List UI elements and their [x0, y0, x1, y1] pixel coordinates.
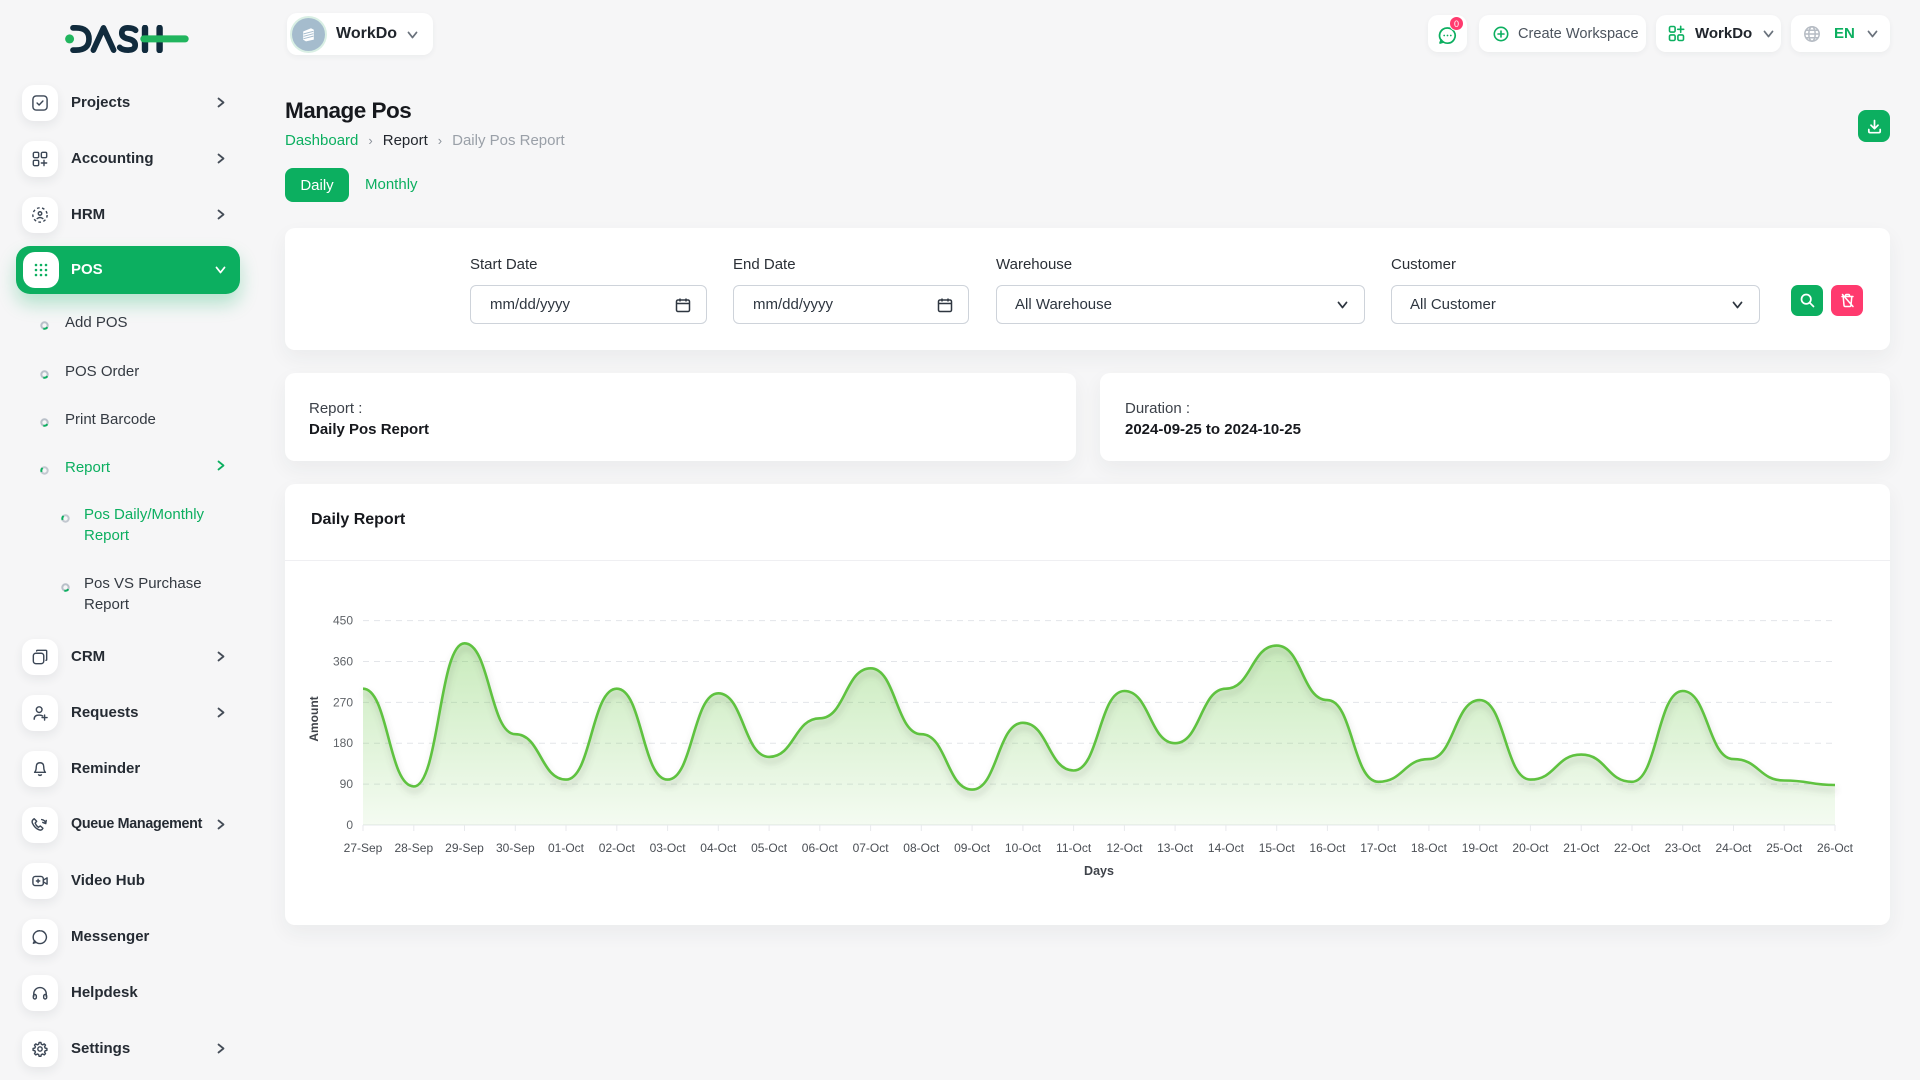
svg-text:28-Sep: 28-Sep [394, 841, 433, 855]
svg-text:180: 180 [333, 736, 353, 750]
svg-text:22-Oct: 22-Oct [1614, 841, 1651, 855]
svg-text:06-Oct: 06-Oct [802, 841, 839, 855]
svg-text:13-Oct: 13-Oct [1157, 841, 1194, 855]
svg-text:0: 0 [346, 818, 353, 832]
svg-text:30-Sep: 30-Sep [496, 841, 535, 855]
svg-text:26-Oct: 26-Oct [1817, 841, 1854, 855]
svg-text:02-Oct: 02-Oct [599, 841, 636, 855]
svg-text:11-Oct: 11-Oct [1056, 841, 1092, 855]
svg-text:17-Oct: 17-Oct [1360, 841, 1397, 855]
svg-text:Days: Days [1084, 864, 1114, 878]
svg-text:450: 450 [333, 614, 353, 628]
svg-text:23-Oct: 23-Oct [1665, 841, 1702, 855]
svg-text:24-Oct: 24-Oct [1715, 841, 1752, 855]
svg-text:19-Oct: 19-Oct [1462, 841, 1499, 855]
svg-text:360: 360 [333, 655, 353, 669]
svg-text:10-Oct: 10-Oct [1005, 841, 1042, 855]
svg-text:05-Oct: 05-Oct [751, 841, 788, 855]
svg-text:16-Oct: 16-Oct [1309, 841, 1346, 855]
svg-text:20-Oct: 20-Oct [1512, 841, 1549, 855]
svg-text:21-Oct: 21-Oct [1563, 841, 1600, 855]
svg-text:04-Oct: 04-Oct [700, 841, 737, 855]
svg-text:09-Oct: 09-Oct [954, 841, 991, 855]
svg-text:01-Oct: 01-Oct [548, 841, 585, 855]
svg-text:25-Oct: 25-Oct [1766, 841, 1803, 855]
svg-text:03-Oct: 03-Oct [650, 841, 687, 855]
svg-text:29-Sep: 29-Sep [445, 841, 484, 855]
svg-text:14-Oct: 14-Oct [1208, 841, 1245, 855]
svg-text:Amount: Amount [307, 696, 321, 741]
svg-text:90: 90 [340, 777, 354, 791]
svg-text:12-Oct: 12-Oct [1106, 841, 1143, 855]
svg-text:270: 270 [333, 695, 353, 709]
svg-text:08-Oct: 08-Oct [903, 841, 940, 855]
svg-text:15-Oct: 15-Oct [1259, 841, 1296, 855]
svg-text:27-Sep: 27-Sep [344, 841, 383, 855]
svg-text:18-Oct: 18-Oct [1411, 841, 1448, 855]
svg-text:07-Oct: 07-Oct [853, 841, 890, 855]
